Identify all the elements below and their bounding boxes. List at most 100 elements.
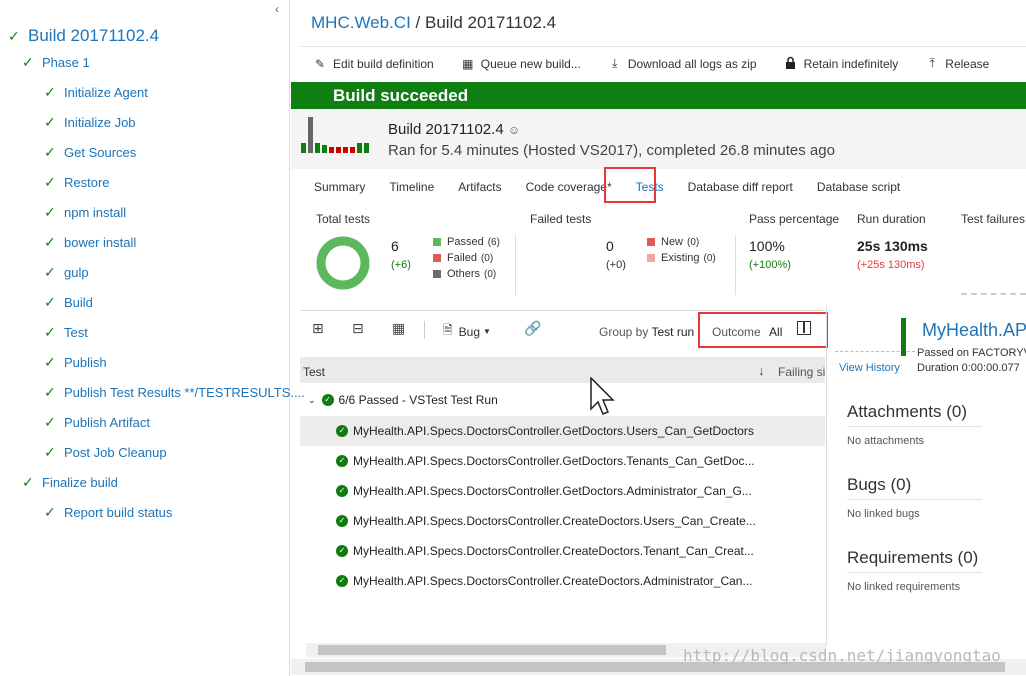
tree-item-label: Publish Test Results **/TESTRESULTS....: [64, 384, 305, 400]
legend-count: (0): [703, 252, 716, 264]
scrollbar-thumb[interactable]: [318, 645, 666, 655]
check-icon: ✓: [22, 53, 34, 70]
tree-item-label: Publish: [64, 354, 107, 370]
passed-icon: ✓: [321, 394, 334, 406]
edit-build-definition-button[interactable]: ✎ Edit build definition: [312, 57, 434, 71]
release-button[interactable]: ⤒ Release: [924, 56, 990, 71]
requirements-note: No linked requirements: [847, 581, 961, 593]
collapse-panel-icon[interactable]: ‹: [275, 2, 279, 16]
test-row[interactable]: ✓ MyHealth.API.Specs.DoctorsController.Cr…: [300, 566, 825, 596]
test-row[interactable]: ✓ MyHealth.API.Specs.DoctorsController.Ge…: [300, 446, 825, 476]
test-row[interactable]: ✓ MyHealth.API.Specs.DoctorsController.Ge…: [300, 416, 825, 446]
passed-icon: ✓: [336, 575, 348, 587]
mouse-cursor-icon: [590, 377, 615, 415]
test-stats: Total tests 6 (+6) Passed (6) Failed (0) Oth…: [300, 205, 1026, 301]
tree-item-label: Finalize build: [42, 474, 118, 490]
tree-item-label: gulp: [64, 264, 89, 280]
total-tests-delta: (+6): [391, 259, 411, 271]
check-icon: ✓: [44, 323, 56, 340]
release-label: Release: [945, 56, 990, 71]
test-row[interactable]: ✓ MyHealth.API.Specs.DoctorsController.Cr…: [300, 506, 825, 536]
tree-item-initialize-agent[interactable]: ✓ Initialize Agent: [44, 82, 148, 102]
tree-item-phase-1[interactable]: ✓ Phase 1: [22, 52, 90, 72]
breadcrumb: MHC.Web.CI / Build 20171102.4: [311, 13, 556, 33]
collapse-all-icon[interactable]: ⊟: [352, 320, 364, 337]
tree-item-report-build-status[interactable]: ✓ Report build status: [44, 502, 172, 522]
test-failures-label: Test failures: [961, 212, 1026, 226]
tree-item-build[interactable]: ✓ Build: [44, 292, 93, 312]
test-name: MyHealth.API.Specs.DoctorsController.Cre…: [353, 544, 754, 558]
sort-arrow-icon[interactable]: ↓: [758, 363, 765, 378]
check-icon: ✓: [8, 27, 20, 44]
tree-item-publish-test-results-testresults[interactable]: ✓ Publish Test Results **/TESTRESULTS....: [44, 382, 305, 402]
view-history-link[interactable]: View History: [839, 362, 900, 374]
bugs-heading: Bugs (0): [847, 475, 912, 494]
tree-item-initialize-job[interactable]: ✓ Initialize Job: [44, 112, 136, 132]
tree-item-publish-artifact[interactable]: ✓ Publish Artifact: [44, 412, 150, 432]
tab-database-diff-report[interactable]: Database diff report: [688, 180, 793, 194]
check-icon: ✓: [44, 503, 56, 520]
group-by-selector[interactable]: Group by Test run: [599, 325, 694, 339]
bug-label: Bug: [458, 324, 481, 339]
legend-label: New: [661, 236, 684, 248]
legend-swatch: [433, 254, 441, 262]
toolbar-separator: [424, 321, 425, 339]
check-icon: ✓: [44, 203, 56, 220]
check-icon: ✓: [44, 263, 56, 280]
queue-new-build-button[interactable]: ▦ Queue new build...: [460, 57, 581, 71]
test-run-group[interactable]: ⌄ ✓ 6/6 Passed - VSTest Test Run: [308, 393, 498, 407]
check-icon: ✓: [44, 233, 56, 250]
tree-item-label: Post Job Cleanup: [64, 444, 167, 460]
tab-artifacts[interactable]: Artifacts: [458, 180, 501, 194]
detail-duration: Duration 0:00:00.077: [917, 362, 1020, 374]
tree-item-post-job-cleanup[interactable]: ✓ Post Job Cleanup: [44, 442, 167, 462]
tab-database-script[interactable]: Database script: [817, 180, 900, 194]
tree-item-test[interactable]: ✓ Test: [44, 322, 88, 342]
tests-tab-highlight: [604, 167, 656, 203]
tree-item-npm-install[interactable]: ✓ npm install: [44, 202, 126, 222]
breadcrumb-project-link[interactable]: MHC.Web.CI: [311, 13, 411, 32]
tree-item-finalize-build[interactable]: ✓ Finalize build: [22, 472, 118, 492]
legend-swatch: [433, 270, 441, 278]
detail-title[interactable]: MyHealth.API: [922, 320, 1026, 341]
column-header-test[interactable]: Test: [303, 365, 325, 379]
group-label: 6/6 Passed - VSTest Test Run: [338, 393, 498, 407]
column-header-failing-since[interactable]: Failing si: [778, 365, 825, 379]
edit-label: Edit build definition: [333, 56, 434, 71]
tree-item-get-sources[interactable]: ✓ Get Sources: [44, 142, 136, 162]
breadcrumb-separator: /: [410, 13, 425, 32]
link-icon[interactable]: 🔗: [524, 320, 541, 337]
download-logs-button[interactable]: ⤓ Download all logs as zip: [607, 56, 756, 71]
queue-icon: ▦: [462, 56, 474, 71]
tree-root-build[interactable]: ✓ Build 20171102.4: [8, 26, 159, 46]
test-row[interactable]: ✓ MyHealth.API.Specs.DoctorsController.Cr…: [300, 536, 825, 566]
tab-summary[interactable]: Summary: [314, 180, 365, 194]
tree-item-label: Test: [64, 324, 88, 340]
bug-button[interactable]: 🗎 Bug ▼: [443, 321, 491, 342]
chevron-down-icon[interactable]: ⌄: [308, 395, 316, 406]
tree-item-label: npm install: [64, 204, 127, 220]
column-options-icon[interactable]: ▦: [392, 320, 405, 337]
build-history-bars-icon[interactable]: [301, 117, 373, 153]
check-icon: ✓: [44, 353, 56, 370]
tree-item-restore[interactable]: ✓ Restore: [44, 172, 110, 192]
total-tests-value: 6: [391, 238, 399, 254]
tab-code-coverage[interactable]: Code coverage*: [526, 180, 612, 194]
tree-item-gulp[interactable]: ✓ gulp: [44, 262, 89, 282]
tree-item-label: Get Sources: [64, 144, 137, 160]
tab-timeline[interactable]: Timeline: [389, 180, 434, 194]
legend-existing: Existing (0): [647, 252, 716, 264]
expand-all-icon[interactable]: ⊞: [312, 320, 324, 337]
pencil-icon: ✎: [314, 56, 326, 71]
tree-item-label: Initialize Agent: [64, 84, 148, 100]
tree-item-publish[interactable]: ✓ Publish: [44, 352, 107, 372]
grid-header: Test ↓ Failing si: [300, 357, 825, 383]
test-outcome-donut: [316, 236, 370, 290]
test-name: MyHealth.API.Specs.DoctorsController.Get…: [353, 424, 754, 438]
check-icon: ✓: [44, 143, 56, 160]
tree-item-bower-install[interactable]: ✓ bower install: [44, 232, 136, 252]
legend-label: Passed: [447, 236, 484, 248]
failed-tests-value: 0: [606, 238, 614, 254]
test-row[interactable]: ✓ MyHealth.API.Specs.DoctorsController.Ge…: [300, 476, 825, 506]
retain-indefinitely-button[interactable]: Retain indefinitely: [783, 56, 898, 72]
